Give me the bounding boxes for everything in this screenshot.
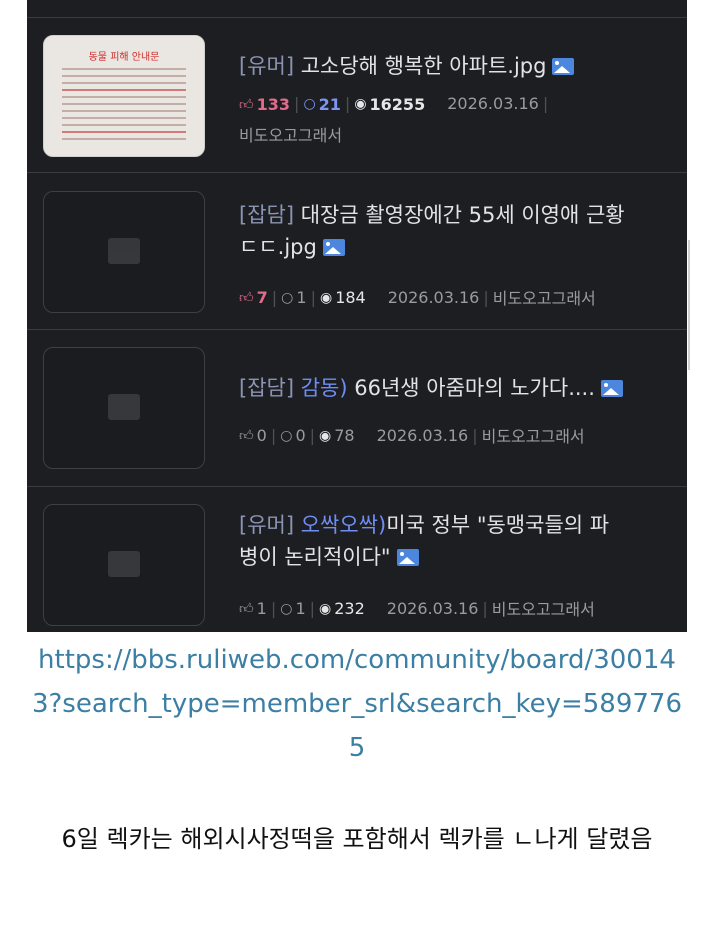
comment-bubble-icon: ○	[303, 96, 316, 112]
thumbs-up-icon: 👍︎	[239, 428, 254, 444]
post-date: 2026.03.16	[386, 598, 479, 618]
comments: ○ 1	[281, 288, 307, 307]
post-category-tag: [유머]	[239, 54, 295, 78]
post-title-text: 고소당해 행복한 아파트.jpg	[300, 54, 547, 78]
thumbnail-text: 동물 피해 안내문	[88, 52, 160, 63]
eye-icon: ◉	[319, 600, 332, 617]
eye-icon: ◉	[354, 96, 367, 112]
post-title[interactable]: [유머] 오싹오싹)미국 정부 "동맹국들의 파 병이 논리적이다"	[239, 509, 679, 573]
views: ◉ 78	[319, 426, 355, 445]
post-author[interactable]: 비도오고그래서	[239, 122, 342, 146]
list-item[interactable]: 동물 피해 안내문 [유머] 고소당해 행복한 아파트.jpg 👍︎ 133 | ○ 2…	[27, 17, 687, 172]
likes: 👍︎ 0	[239, 426, 267, 445]
list-item[interactable]: [잡담] 감동) 66년생 아줌마의 노가다.... 👍︎ 0 | ○ 0 | ◉ 78 202…	[27, 329, 687, 486]
image-attachment-icon	[322, 239, 345, 256]
likes: 👍︎ 1	[239, 599, 267, 618]
post-thumbnail[interactable]	[43, 347, 205, 469]
post-title-text: 미국 정부 "동맹국들의 파 병이 논리적이다"	[239, 513, 610, 569]
post-title[interactable]: [잡담] 감동) 66년생 아줌마의 노가다....	[239, 372, 679, 404]
post-category-tag: [잡담]	[239, 203, 295, 227]
post-meta: 👍︎ 133 | ○ 21 | ◉ 16255 2026.03.16 |	[239, 94, 549, 114]
post-title-text: 66년생 아줌마의 노가다....	[347, 376, 595, 400]
comment-bubble-icon: ○	[280, 427, 293, 444]
post-subtag: 오싹오싹)	[300, 513, 387, 537]
list-item[interactable]: [잡담] 대장금 촬영장에간 55세 이영애 근황 ㄷㄷ.jpg 👍︎ 7 | ○ 1 |…	[27, 172, 687, 329]
comment-bubble-icon: ○	[281, 289, 294, 306]
caption-text: 6일 렉카는 해외시사정떡을 포함해서 렉카를 ㄴ나게 달렸음	[61, 825, 653, 853]
views: ◉ 16255	[354, 94, 426, 114]
post-thumbnail[interactable]	[43, 504, 205, 626]
post-author[interactable]: 비도오고그래서	[492, 596, 595, 620]
post-author[interactable]: 비도오고그래서	[493, 285, 596, 309]
image-attachment-icon	[396, 549, 419, 566]
scrollbar[interactable]	[688, 240, 690, 370]
likes: 👍︎ 133	[239, 94, 291, 114]
thumbs-up-icon: 👍︎	[239, 96, 254, 113]
post-date: 2026.03.16	[387, 287, 480, 307]
thumbs-up-icon: 👍︎	[239, 290, 254, 306]
post-meta: 👍︎ 1 | ○ 1 | ◉ 232 2026.03.16 | 비도오고그래서	[239, 596, 595, 620]
post-category-tag: [유머]	[239, 513, 295, 537]
views: ◉ 232	[319, 599, 365, 618]
comments: ○ 21	[303, 94, 341, 114]
image-placeholder-icon	[108, 238, 140, 264]
source-link[interactable]: https://bbs.ruliweb.com/community/board/…	[27, 638, 687, 770]
comments: ○ 0	[280, 426, 306, 445]
image-placeholder-icon	[108, 551, 140, 577]
thumbs-up-icon: 👍︎	[239, 601, 254, 617]
post-category-tag: [잡담]	[239, 376, 295, 400]
post-list: 동물 피해 안내문 [유머] 고소당해 행복한 아파트.jpg 👍︎ 133 | ○ 2…	[27, 0, 687, 632]
image-placeholder-icon	[108, 394, 140, 420]
views: ◉ 184	[319, 288, 366, 307]
post-thumbnail[interactable]: 동물 피해 안내문	[43, 35, 205, 157]
post-title[interactable]: [유머] 고소당해 행복한 아파트.jpg	[239, 50, 679, 82]
likes: 👍︎ 7	[239, 288, 268, 307]
post-title[interactable]: [잡담] 대장금 촬영장에간 55세 이영애 근황 ㄷㄷ.jpg	[239, 199, 679, 263]
comments: ○ 1	[280, 599, 306, 618]
image-attachment-icon	[552, 58, 575, 75]
post-date: 2026.03.16	[376, 425, 469, 445]
post-subtag: 감동)	[300, 376, 348, 400]
post-thumbnail[interactable]	[43, 191, 205, 313]
list-item[interactable]: [유머] 오싹오싹)미국 정부 "동맹국들의 파 병이 논리적이다" 👍︎ 1 | ○…	[27, 486, 687, 632]
comment-bubble-icon: ○	[280, 600, 293, 617]
eye-icon: ◉	[319, 427, 332, 444]
post-meta: 👍︎ 7 | ○ 1 | ◉ 184 2026.03.16 | 비도오고그래서	[239, 285, 596, 309]
post-date: 2026.03.16	[447, 94, 539, 113]
notice-document-image: 동물 피해 안내문	[52, 42, 196, 152]
post-title-text: 대장금 촬영장에간 55세 이영애 근황 ㄷㄷ.jpg	[239, 203, 625, 259]
post-meta: 👍︎ 0 | ○ 0 | ◉ 78 2026.03.16 | 비도오고그래서	[239, 423, 585, 447]
eye-icon: ◉	[319, 289, 333, 306]
post-author[interactable]: 비도오고그래서	[482, 423, 585, 447]
image-attachment-icon	[600, 380, 623, 397]
